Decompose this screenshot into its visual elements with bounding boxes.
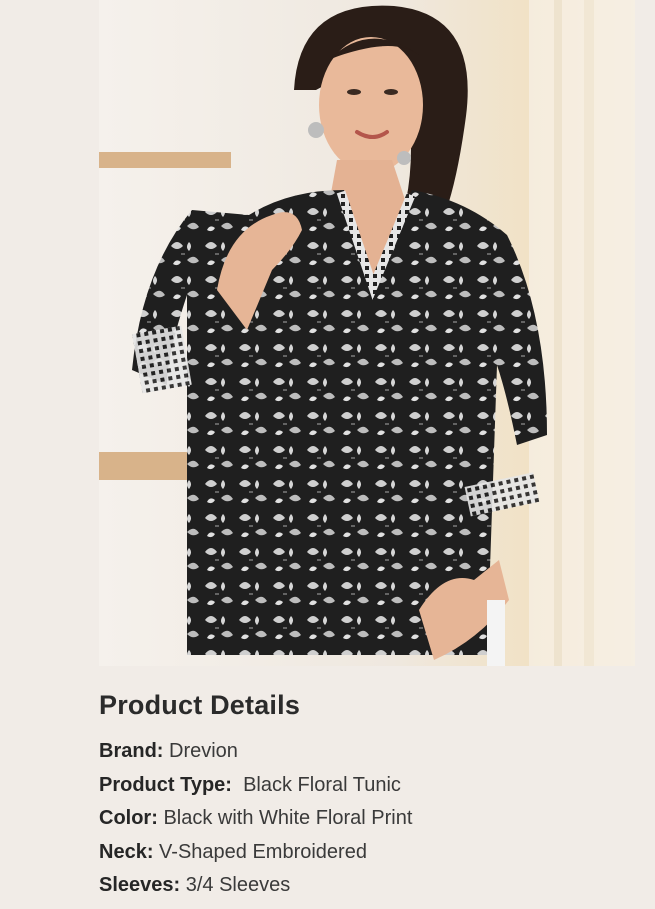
product-details-title: Product Details [99,690,301,720]
detail-value: 3/4 Sleeves [185,874,291,896]
detail-value: Drevion [169,740,238,762]
detail-row-sleeves: Sleeves: 3/4 Sleeves [99,869,619,903]
detail-label: Neck: [99,840,154,863]
detail-row-neck: Neck: V-Shaped Embroidered [99,836,619,870]
detail-label: Sleeves: [99,874,181,896]
product-details: Product Details Brand: Drevion Product T… [99,690,619,903]
detail-value: Black with White Floral Print [163,807,413,829]
detail-label: Brand: [99,740,164,762]
detail-row-brand: Brand: Drevion [99,735,619,769]
detail-row-color: Color: Black with White Floral Print [99,802,619,836]
detail-label: Product Type: [99,773,232,796]
detail-row-product-type: Product Type: Black Floral Tunic [99,769,619,803]
detail-value: Black Floral Tunic [243,773,401,796]
tunic-photo-illustration [99,0,635,666]
detail-label: Color: [99,807,158,829]
detail-value: V-Shaped Embroidered [159,840,367,863]
product-image [99,0,635,666]
